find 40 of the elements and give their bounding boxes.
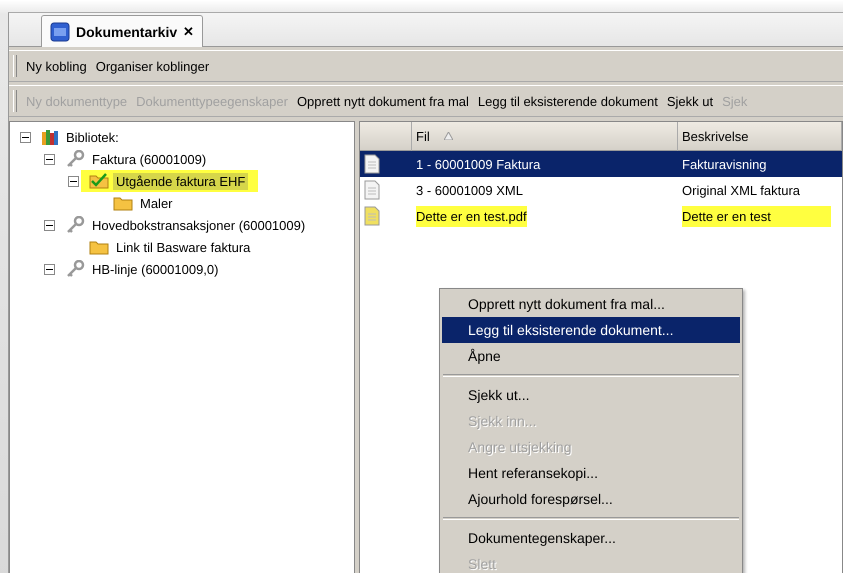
- menu-item[interactable]: Opprett nytt dokument fra mal...: [442, 291, 740, 317]
- table-cell[interactable]: 3 - 60001009 XML: [412, 177, 678, 203]
- tree-item[interactable]: Bibliotek:: [63, 128, 122, 146]
- document-icon: [364, 206, 380, 226]
- archive-icon: [50, 22, 70, 42]
- column-header[interactable]: Fil: [412, 122, 678, 151]
- key-icon: [65, 260, 85, 278]
- table-cell[interactable]: 1 - 60001009 Faktura: [412, 151, 678, 177]
- toolbar-button[interactable]: Opprett nytt dokument fra mal: [296, 94, 469, 108]
- key-icon: [65, 216, 85, 234]
- menu-item[interactable]: Dokumentegenskaper...: [442, 525, 740, 551]
- menu-item[interactable]: Åpne: [442, 343, 740, 369]
- tree-item[interactable]: Faktura (60001009): [89, 150, 210, 168]
- toolbar-button[interactable]: Legg til eksisterende dokument: [478, 94, 658, 108]
- tab-title: Dokumentarkiv: [76, 24, 178, 40]
- column-header[interactable]: Beskrivelse: [678, 122, 842, 151]
- folder-icon: [113, 195, 133, 211]
- menu-item[interactable]: Legg til eksisterende dokument...: [442, 317, 740, 343]
- checked-folder-icon: [89, 173, 109, 189]
- menu-item[interactable]: Sjekk ut...: [442, 382, 740, 408]
- table-cell[interactable]: Dette er en test.pdf: [412, 203, 678, 229]
- document-icon: [364, 180, 380, 200]
- tree-item[interactable]: Utgående faktura EHF: [113, 172, 248, 190]
- close-icon[interactable]: ✕: [183, 24, 194, 39]
- folder-icon: [89, 239, 109, 255]
- table-cell[interactable]: Fakturavisning: [678, 151, 842, 177]
- menu-item[interactable]: Hent referansekopi...: [442, 460, 740, 486]
- tree-item[interactable]: Maler: [137, 194, 176, 212]
- books-icon: [41, 128, 59, 146]
- toolbar-button[interactable]: Sjekk ut: [666, 94, 714, 108]
- tab[interactable]: Dokumentarkiv ✕: [41, 15, 204, 47]
- key-icon: [65, 150, 85, 168]
- toolbar-button[interactable]: Organiser koblinger: [96, 58, 210, 74]
- tree-item[interactable]: Hovedbokstransaksjoner (60001009): [89, 216, 308, 234]
- table-cell[interactable]: Original XML faktura: [678, 177, 842, 203]
- tree-item[interactable]: Link til Basware faktura: [113, 238, 254, 256]
- tree-item[interactable]: HB-linje (60001009,0): [89, 260, 222, 278]
- toolbar-button[interactable]: Ny kobling: [26, 58, 87, 74]
- document-icon: [364, 154, 380, 174]
- menu-item[interactable]: Ajourhold forespørsel...: [442, 486, 740, 512]
